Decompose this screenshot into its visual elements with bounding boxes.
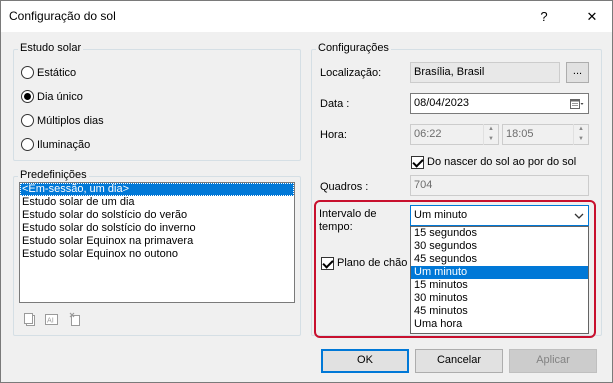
start-time-value: 06:22 [414, 128, 442, 140]
frames-field: 704 [410, 175, 589, 196]
sun-settings-dialog: Configuração do sol ? ✕ Estudo solar Est… [0, 0, 613, 383]
radio-label: Estático [37, 67, 77, 79]
spin-down-icon[interactable]: ▼ [484, 134, 498, 144]
list-item[interactable]: Estudo solar Equinox no outono [20, 248, 294, 261]
end-time-field[interactable]: 18:05 ▲ ▼ [502, 124, 589, 145]
delete-icon[interactable] [69, 312, 82, 327]
predefinicoes-title: Predefinições [18, 169, 89, 181]
duplicate-icon[interactable] [23, 312, 36, 327]
localizacao-label: Localização: [320, 67, 382, 79]
data-label: Data : [320, 98, 350, 110]
spin-down-icon[interactable]: ▼ [574, 134, 588, 144]
radio-label: Múltiplos dias [37, 115, 104, 127]
radio-circle[interactable] [21, 138, 34, 151]
end-time-value: 18:05 [506, 128, 534, 140]
configuracoes-title: Configurações [316, 42, 391, 54]
dialog-title: Configuração do sol [9, 9, 116, 23]
browse-location-button[interactable]: ... [566, 62, 589, 83]
sunrise-sunset-label: Do nascer do sol ao por do sol [427, 156, 577, 168]
estudo-solar-title: Estudo solar [18, 42, 84, 54]
rename-icon[interactable]: AI [45, 312, 58, 327]
list-item[interactable]: Estudo solar do solstício do inverno [20, 222, 294, 235]
end-time-spinner[interactable]: ▲ ▼ [573, 124, 588, 145]
presets-list[interactable]: <Em-sessão, um dia> Estudo solar de um d… [19, 182, 295, 303]
highlight-annotation [314, 200, 596, 338]
apply-button[interactable]: Aplicar [509, 349, 597, 373]
spin-up-icon[interactable]: ▲ [484, 124, 498, 134]
close-button[interactable]: ✕ [572, 1, 612, 32]
date-value: 08/04/2023 [414, 97, 470, 109]
radio-label: Dia único [37, 91, 83, 103]
ok-button[interactable]: OK [321, 349, 409, 373]
quadros-label: Quadros : [320, 181, 369, 193]
list-item[interactable]: Estudo solar do solstício do verão [20, 209, 294, 222]
list-item[interactable]: Estudo solar de um dia [20, 196, 294, 209]
sunrise-sunset-checkbox[interactable] [411, 156, 424, 169]
list-item[interactable]: Estudo solar Equinox na primavera [20, 235, 294, 248]
radio-label: Iluminação [37, 139, 91, 151]
location-field: Brasília, Brasil [410, 62, 560, 83]
help-button[interactable]: ? [524, 1, 564, 32]
start-time-field[interactable]: 06:22 ▲ ▼ [410, 124, 499, 145]
radio-circle[interactable] [21, 66, 34, 79]
svg-text:AI: AI [47, 317, 54, 325]
list-item[interactable]: <Em-sessão, um dia> [20, 183, 294, 196]
date-field[interactable]: 08/04/2023 [410, 93, 589, 114]
radio-circle[interactable] [21, 114, 34, 127]
cancel-button[interactable]: Cancelar [415, 349, 503, 373]
hora-label: Hora: [320, 129, 347, 141]
calendar-icon[interactable] [570, 98, 584, 110]
title-bar: Configuração do sol ? ✕ [1, 1, 612, 32]
start-time-spinner[interactable]: ▲ ▼ [483, 124, 498, 145]
spin-up-icon[interactable]: ▲ [574, 124, 588, 134]
radio-circle[interactable] [21, 90, 34, 103]
